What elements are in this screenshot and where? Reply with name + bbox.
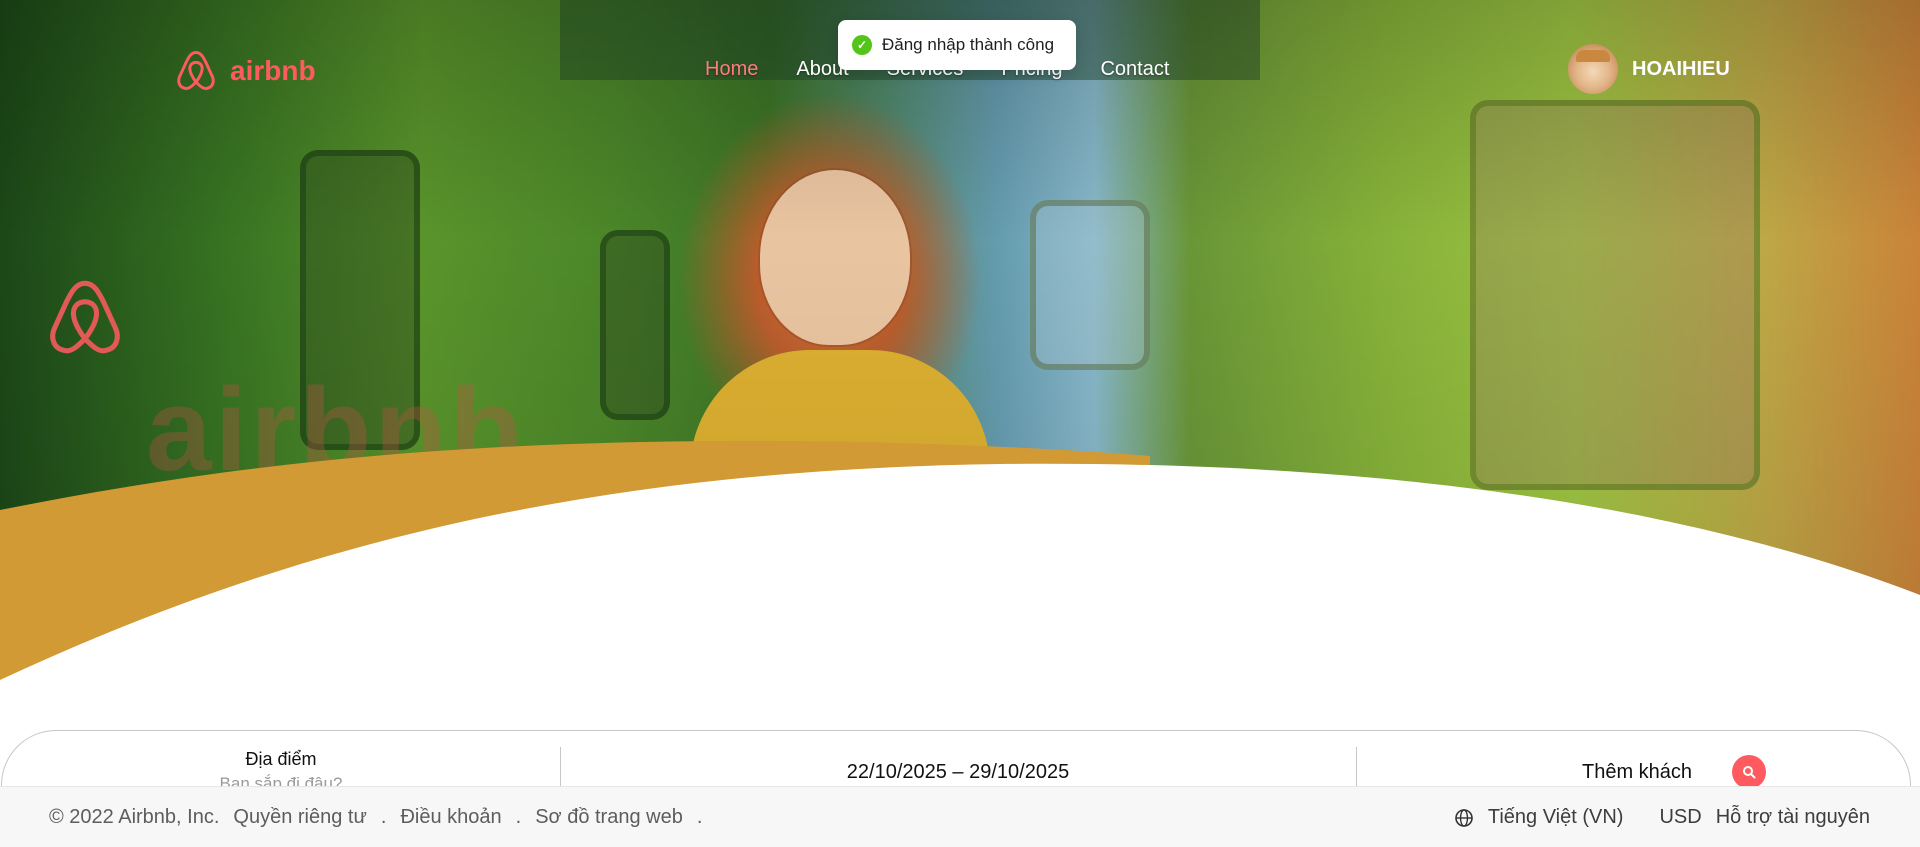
user-menu[interactable]: HOAIHIEU — [1568, 44, 1730, 94]
footer-link-terms[interactable]: Điều khoản — [400, 806, 501, 829]
footer-left: © 2022 Airbnb, Inc. Quyền riêng tư . Điề… — [49, 806, 702, 829]
globe-icon[interactable] — [1454, 808, 1474, 828]
nav-contact[interactable]: Contact — [1100, 58, 1169, 81]
toast-notification: ✓ Đăng nhập thành công — [838, 20, 1076, 70]
footer-separator: . — [696, 806, 703, 828]
search-icon — [1743, 766, 1756, 779]
copyright: © 2022 Airbnb, Inc. — [49, 806, 220, 828]
check-circle-icon: ✓ — [852, 35, 872, 55]
location-label: Địa điểm — [245, 749, 317, 769]
nav-home[interactable]: Home — [705, 58, 758, 81]
language-selector[interactable]: Tiếng Việt (VN) — [1488, 806, 1624, 829]
logo-text: airbnb — [230, 55, 316, 86]
hero-wave — [0, 440, 1920, 720]
footer-link-privacy[interactable]: Quyền riêng tư — [233, 806, 366, 829]
username: HOAIHIEU — [1632, 57, 1730, 80]
footer-link-sitemap[interactable]: Sơ đồ trang web — [535, 806, 683, 829]
search-button[interactable] — [1732, 755, 1766, 789]
footer-separator: . — [380, 806, 387, 828]
currency-selector[interactable]: USD — [1659, 806, 1701, 829]
airbnb-logo-icon — [177, 50, 215, 91]
avatar[interactable] — [1568, 44, 1618, 94]
logo[interactable]: airbnb — [176, 50, 316, 92]
date-range-field[interactable]: 22/10/2025 – 29/10/2025 — [560, 761, 1356, 784]
footer-separator: . — [515, 806, 522, 828]
footer-right: Tiếng Việt (VN) USD Hỗ trợ tài nguyên — [1454, 806, 1870, 829]
footer: © 2022 Airbnb, Inc. Quyền riêng tư . Điề… — [0, 786, 1920, 847]
page: airbnb airbnb Home About Services Pricin… — [0, 0, 1920, 847]
guests-field[interactable]: Thêm khách — [1582, 761, 1692, 784]
support-link[interactable]: Hỗ trợ tài nguyên — [1716, 806, 1870, 829]
toast-message: Đăng nhập thành công — [882, 35, 1055, 54]
airbnb-logo-large-icon — [50, 280, 120, 354]
